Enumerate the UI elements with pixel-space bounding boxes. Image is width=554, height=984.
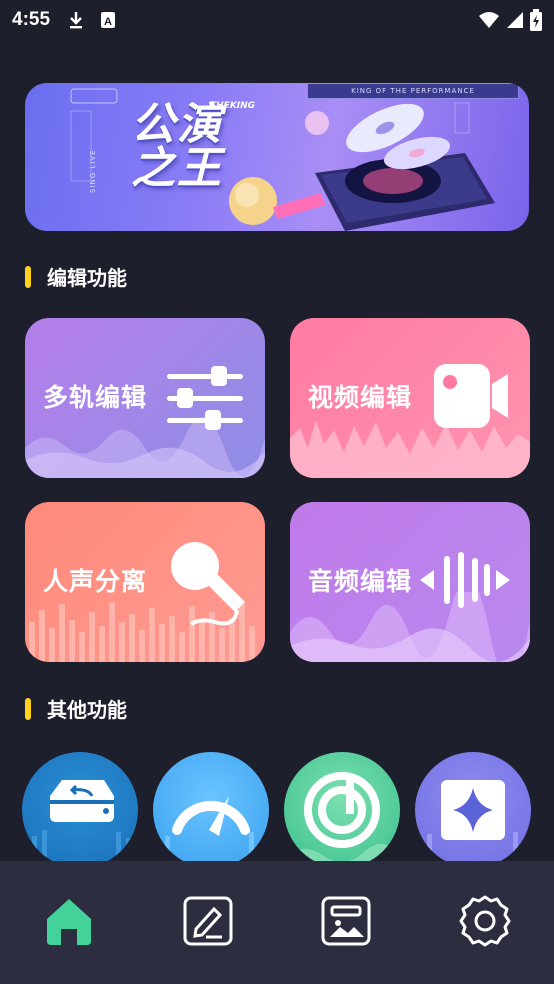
a-icon: A <box>101 12 116 28</box>
nav-home[interactable] <box>0 861 139 984</box>
video-camera-icon <box>434 364 508 428</box>
restore-function-button[interactable] <box>22 752 138 868</box>
microphone-icon <box>171 542 245 626</box>
battery-charging-icon <box>530 9 542 31</box>
wifi-icon <box>479 12 499 28</box>
signal-icon <box>507 12 523 28</box>
restore-icon <box>32 780 131 866</box>
home-icon <box>47 898 92 945</box>
video-edit-card[interactable]: 视频编辑 <box>290 318 530 478</box>
sliders-icon <box>167 366 243 430</box>
audio-wave-icon <box>420 552 510 608</box>
music-function-button[interactable] <box>284 752 400 868</box>
banner-decor <box>70 88 495 231</box>
multitrack-edit-card[interactable]: 多轨编辑 <box>25 318 265 478</box>
video-edit-label: 视频编辑 <box>308 383 413 412</box>
nav-edit[interactable] <box>139 861 278 984</box>
section-accent-bar <box>25 265 31 288</box>
speed-function-button[interactable] <box>153 752 269 868</box>
bottom-nav <box>0 861 554 984</box>
nav-media[interactable] <box>277 861 416 984</box>
section-edit: 编辑功能 <box>25 262 127 291</box>
section-other: 其他功能 <box>25 694 127 723</box>
section-accent-bar <box>25 697 31 720</box>
vocal-separation-card[interactable]: 人声分离 <box>25 502 265 662</box>
status-time: 4:55 <box>12 9 51 30</box>
section-edit-title: 编辑功能 <box>47 266 127 290</box>
audio-edit-label: 音频编辑 <box>308 567 413 596</box>
status-right-icons <box>478 9 542 31</box>
banner[interactable]: KING OF THE PERFORMANCE SING LIVE THEKIN… <box>25 83 529 231</box>
settings-icon <box>459 895 511 946</box>
audio-edit-card[interactable]: 音频编辑 <box>290 502 530 662</box>
nav-settings[interactable] <box>416 861 554 984</box>
edit-icon <box>183 896 233 945</box>
svg-text:A: A <box>104 16 112 28</box>
music-disc-icon <box>284 772 400 868</box>
speedometer-icon <box>165 796 254 866</box>
multitrack-edit-label: 多轨编辑 <box>43 383 148 412</box>
status-bar: 4:55 A <box>0 0 554 40</box>
sparkle-icon <box>427 780 518 866</box>
vocal-separation-label: 人声分离 <box>43 567 148 596</box>
download-icon <box>70 12 83 29</box>
effects-function-button[interactable] <box>415 752 531 868</box>
media-icon <box>321 896 371 945</box>
banner-title: 公演之王 <box>131 99 223 194</box>
section-other-title: 其他功能 <box>47 698 127 722</box>
status-left-icons: A <box>68 10 116 30</box>
